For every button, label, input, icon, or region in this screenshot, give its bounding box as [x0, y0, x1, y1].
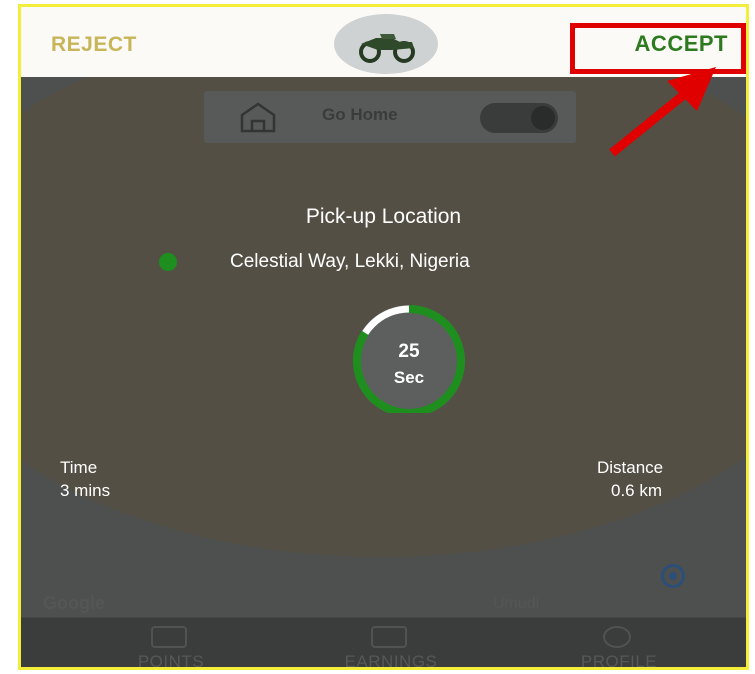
time-value: 3 mins — [60, 481, 111, 500]
google-logo: Google — [43, 593, 105, 613]
timer-value: 25 — [398, 341, 420, 362]
bottom-nav: POINTS EARNINGS PROFILE — [21, 617, 746, 670]
nav-label-points: POINTS — [137, 652, 205, 670]
nav-item-points[interactable]: POINTS — [91, 618, 251, 670]
distance-value: 0.6 km — [611, 481, 663, 500]
pointer-arrow-icon — [609, 67, 716, 157]
nav-label-earnings: EARNINGS — [344, 652, 438, 670]
nav-item-earnings[interactable]: EARNINGS — [311, 618, 471, 670]
timer-unit: Sec — [394, 368, 424, 387]
pickup-title: Pick-up Location — [305, 205, 462, 228]
pickup-dot-icon — [159, 253, 177, 271]
profile-icon — [603, 626, 631, 648]
wallet-icon — [371, 626, 407, 648]
nav-item-profile[interactable]: PROFILE — [539, 618, 699, 670]
distance-label: Distance — [597, 458, 664, 477]
my-location-icon[interactable] — [661, 564, 685, 588]
app-frame: REJECT ACCEPT Go Home Pick-up Location C… — [18, 4, 749, 670]
points-icon — [151, 626, 187, 648]
nav-label-profile: PROFILE — [580, 652, 658, 670]
pickup-address: Celestial Way, Lekki, Nigeria — [230, 251, 470, 272]
countdown-ring: 25 Sec — [353, 305, 465, 413]
map-place-label: Umudi — [493, 595, 540, 612]
time-label: Time — [60, 458, 98, 477]
